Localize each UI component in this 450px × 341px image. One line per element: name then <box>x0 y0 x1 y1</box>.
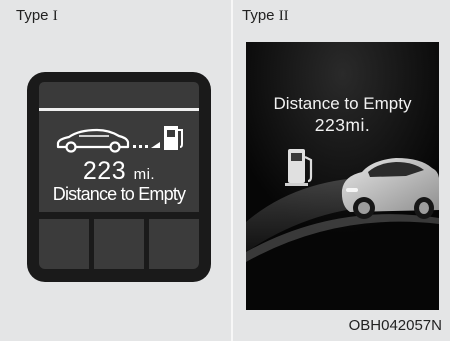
type-1-heading: Type I <box>16 7 58 25</box>
type-2-display: Distance to Empty 223mi. <box>246 42 439 310</box>
distance-value: 223 mi. <box>39 157 199 186</box>
dots-arrow <box>133 142 160 148</box>
car-to-fuel-graphic <box>56 126 183 153</box>
distance-value: 223mi. <box>314 115 371 135</box>
distance-unit: mi. <box>133 166 156 183</box>
column-divider <box>231 0 233 341</box>
distance-caption: Distance to Empty <box>52 184 186 204</box>
type-1-heading-numeral: I <box>52 8 58 24</box>
type-1-heading-text: Type <box>16 7 53 24</box>
distance-number: 223 <box>82 157 127 185</box>
type-2-heading-text: Type <box>242 7 279 24</box>
cluster-button-middle <box>94 219 144 269</box>
display-background-graphic <box>246 42 439 310</box>
type-2-heading-numeral: II <box>278 8 289 24</box>
cluster-button-right <box>149 219 199 269</box>
cluster-button-left <box>39 219 89 269</box>
manual-figure: Type I Type II 223 mi. Distance to Empty… <box>0 0 450 341</box>
figure-id: OBH042057N <box>348 317 442 334</box>
cluster-lcd-screen: 223 mi. Distance to Empty <box>39 111 199 212</box>
car-icon <box>56 128 130 153</box>
fuel-pump-icon <box>164 126 183 150</box>
type-2-heading: Type II <box>242 7 289 25</box>
cluster-top-segment <box>39 82 199 108</box>
type-1-cluster: 223 mi. Distance to Empty <box>27 72 211 282</box>
distance-caption: Distance to Empty <box>273 94 412 113</box>
